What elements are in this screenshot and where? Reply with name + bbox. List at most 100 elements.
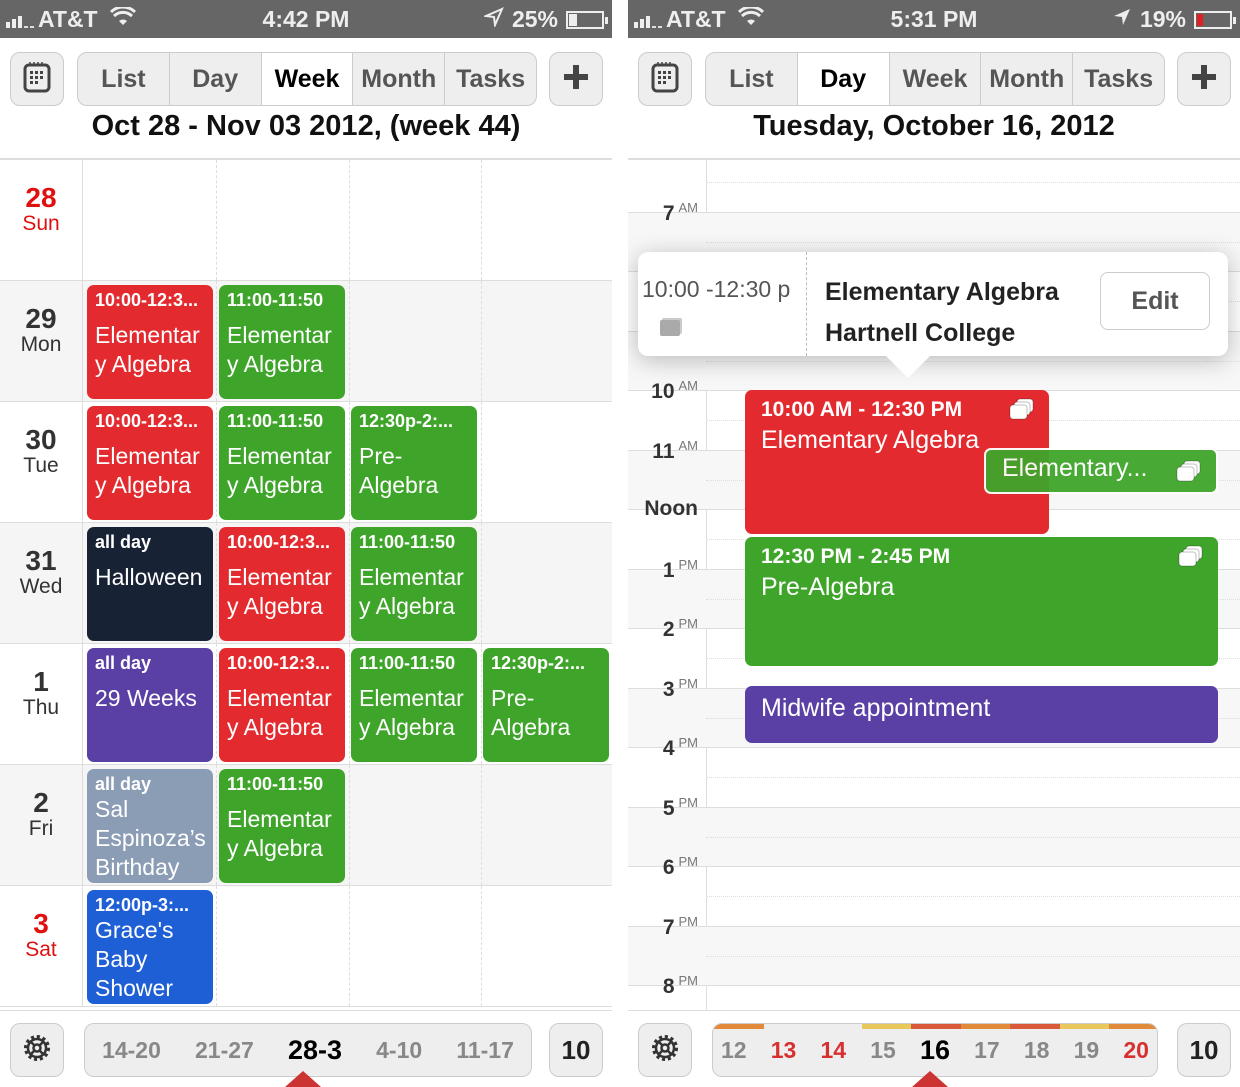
- popover-title: Elementary Algebra: [825, 278, 1059, 306]
- column-divider: [481, 281, 482, 401]
- event-block[interactable]: 12:00p-3:... Grace's Baby Shower: [87, 890, 213, 1004]
- hour-label: 1 PM: [662, 556, 698, 582]
- settings-button[interactable]: [638, 1023, 692, 1077]
- calendars-button[interactable]: [638, 52, 692, 106]
- event-block[interactable]: 11:00-11:50 Elementar y Algebra: [219, 406, 345, 520]
- event-block[interactable]: 12:30p-2:... Pre- Algebra: [483, 648, 609, 762]
- event-title: Midwife appointment: [761, 694, 991, 722]
- column-divider: [349, 886, 350, 1006]
- day-option[interactable]: 17: [974, 1037, 1000, 1064]
- day-option[interactable]: 18: [1024, 1037, 1050, 1064]
- column-divider: [216, 765, 217, 885]
- toolbar: List Day Week Month Tasks: [628, 52, 1240, 108]
- column-divider: [349, 523, 350, 643]
- tab-list[interactable]: List: [78, 53, 169, 105]
- half-hour-line: [706, 182, 1240, 183]
- tab-tasks[interactable]: Tasks: [444, 53, 536, 105]
- gear-icon: [649, 1032, 681, 1069]
- week-title: Oct 28 - Nov 03 2012, (week 44): [91, 110, 521, 142]
- tab-list[interactable]: List: [706, 53, 797, 105]
- half-hour-line: [706, 836, 1240, 838]
- event-block[interactable]: 10:00-12:3... Elementar y Algebra: [219, 648, 345, 762]
- bottom-bar: 14-20 21-27 28-3 4-10 11-17 10: [0, 1010, 612, 1087]
- add-event-button[interactable]: [1177, 52, 1231, 106]
- recurring-icon: [660, 320, 680, 336]
- edit-button[interactable]: Edit: [1100, 272, 1210, 330]
- popover-arrow: [886, 356, 930, 378]
- tab-day[interactable]: Day: [796, 53, 889, 105]
- event-block[interactable]: 11:00-11:50 Elementar y Algebra: [219, 285, 345, 399]
- tab-day[interactable]: Day: [168, 53, 261, 105]
- event-block[interactable]: 10:00-12:3... Elementar y Algebra: [87, 406, 213, 520]
- tab-week[interactable]: Week: [260, 53, 353, 105]
- column-divider: [481, 765, 482, 885]
- battery-percent: 25%: [511, 6, 558, 32]
- event-block[interactable]: 11:00-11:50 Elementar y Algebra: [351, 648, 477, 762]
- column-divider: [349, 402, 350, 522]
- event-block[interactable]: 10:00-12:3... Elementar y Algebra: [219, 527, 345, 641]
- day-view-screen: AT&T 5:31 PM 19% List Day Week Month Tasks T…: [628, 0, 1240, 1087]
- day-option[interactable]: 14: [820, 1037, 846, 1064]
- day-of-week: Fri: [28, 817, 54, 840]
- event-time: 10:00 AM - 12:30 PM: [761, 398, 963, 421]
- today-button[interactable]: 10: [549, 1023, 603, 1077]
- add-event-button[interactable]: [549, 52, 603, 106]
- battery-icon: [566, 10, 608, 29]
- day-label: 1 Thu: [0, 644, 83, 764]
- event-time: 11:00-11:50: [359, 532, 456, 552]
- event-time: 12:00p-3:...: [95, 895, 190, 915]
- event-time: 12:30p-2:...: [491, 653, 586, 673]
- day-picker[interactable]: 12 13 14 15 16 17 18 19 20: [712, 1023, 1158, 1077]
- event-block[interactable]: 11:00-11:50 Elementar y Algebra: [351, 527, 477, 641]
- calendars-button[interactable]: [10, 52, 64, 106]
- hour-slot: [628, 806, 1240, 866]
- tab-month[interactable]: Month: [980, 53, 1072, 105]
- day-label: 31 Wed: [0, 523, 83, 643]
- event-block[interactable]: 11:00-11:50 Elementar y Algebra: [219, 769, 345, 883]
- column-divider: [216, 523, 217, 643]
- day-option[interactable]: 15: [870, 1037, 896, 1064]
- today-button[interactable]: 10: [1177, 1023, 1231, 1077]
- event-block[interactable]: Elementary...: [984, 448, 1218, 494]
- busy-indicator: [911, 1024, 962, 1029]
- event-block[interactable]: 12:30 PM - 2:45 PM Pre-Algebra: [745, 537, 1218, 666]
- day-option[interactable]: 16: [920, 1035, 950, 1066]
- day-row: 30 Tue 10:00-12:3... Elementar y Algebra 11:…: [0, 402, 612, 523]
- half-hour-line: [706, 896, 1240, 897]
- hour-period: PM: [678, 973, 699, 988]
- event-block[interactable]: all day Sal Espinoza’s Birthday: [87, 769, 213, 883]
- event-title: Halloween: [95, 564, 203, 590]
- day-row: 3 Sat 12:00p-3:... Grace's Baby Shower: [0, 886, 612, 1007]
- column-divider: [481, 644, 482, 764]
- week-picker[interactable]: 14-20 21-27 28-3 4-10 11-17: [84, 1023, 532, 1077]
- event-title: Elementar y Algebra: [359, 685, 464, 740]
- day-of-week: Thu: [22, 696, 60, 719]
- event-time: all day: [95, 774, 152, 794]
- event-block[interactable]: 10:00-12:3... Elementar y Algebra: [87, 285, 213, 399]
- day-option[interactable]: 20: [1123, 1037, 1149, 1064]
- event-block[interactable]: 12:30p-2:... Pre- Algebra: [351, 406, 477, 520]
- tab-month[interactable]: Month: [352, 53, 444, 105]
- recurring-icon: [1176, 460, 1202, 482]
- hour-label: 7 AM: [662, 199, 698, 225]
- location-icon: [482, 6, 504, 33]
- day-option[interactable]: 12: [721, 1037, 747, 1064]
- week-option[interactable]: 21-27: [195, 1037, 254, 1064]
- day-row: 28 Sun: [0, 160, 612, 281]
- hour-period: PM: [678, 735, 699, 750]
- day-row: 2 Fri all day Sal Espinoza’s Birthday 11:00-…: [0, 765, 612, 886]
- settings-button[interactable]: [10, 1023, 64, 1077]
- day-option[interactable]: 13: [771, 1037, 797, 1064]
- event-block[interactable]: Midwife appointment: [745, 686, 1218, 743]
- week-option[interactable]: 14-20: [102, 1037, 161, 1064]
- event-block[interactable]: all day 29 Weeks: [87, 648, 213, 762]
- day-option[interactable]: 19: [1074, 1037, 1100, 1064]
- week-option[interactable]: 11-17: [456, 1037, 514, 1064]
- tab-tasks[interactable]: Tasks: [1072, 53, 1164, 105]
- tab-week[interactable]: Week: [888, 53, 981, 105]
- week-option[interactable]: 4-10: [376, 1037, 422, 1064]
- week-option[interactable]: 28-3: [288, 1035, 342, 1066]
- event-block[interactable]: all day Halloween: [87, 527, 213, 641]
- event-time: 10:00-12:3...: [227, 653, 331, 673]
- battery-icon: [1194, 10, 1236, 29]
